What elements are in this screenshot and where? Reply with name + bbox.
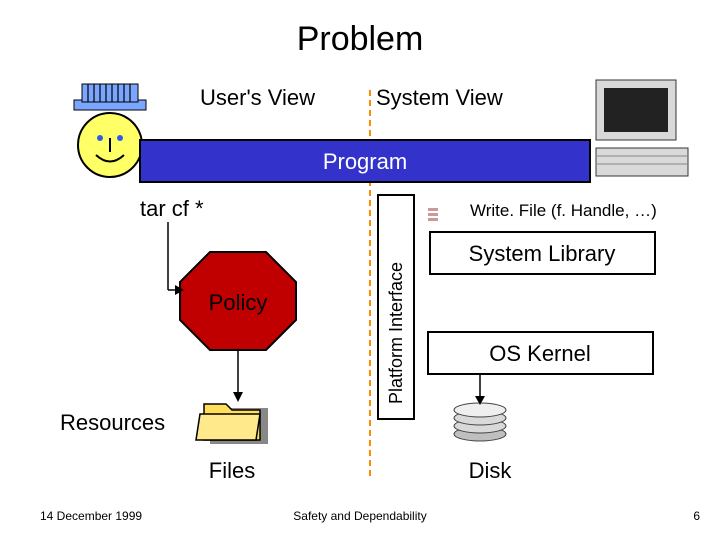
user-command-text: tar cf *	[140, 196, 204, 221]
user-icon	[74, 84, 146, 177]
policy-label: Policy	[209, 290, 268, 315]
system-library-label: System Library	[469, 241, 616, 266]
writefile-text: Write. File (f. Handle, …)	[470, 201, 657, 220]
program-bar-label: Program	[323, 149, 407, 174]
resources-label: Resources	[60, 410, 165, 435]
arrow-animation-icon	[428, 208, 438, 221]
os-kernel-label: OS Kernel	[489, 341, 591, 366]
folder-icon	[196, 404, 268, 444]
footer-page: 6	[693, 509, 700, 523]
files-label: Files	[209, 458, 255, 483]
footer-date: 14 December 1999	[40, 509, 142, 523]
users-view-heading: User's View	[200, 85, 315, 110]
disk-stack-icon	[454, 403, 506, 441]
footer-title: Safety and Dependability	[293, 509, 426, 523]
platform-interface-label: Platform Interface	[386, 262, 406, 404]
page-title: Problem	[297, 20, 424, 58]
system-view-heading: System View	[376, 85, 503, 110]
disk-label: Disk	[469, 458, 513, 483]
computer-icon	[596, 80, 688, 176]
